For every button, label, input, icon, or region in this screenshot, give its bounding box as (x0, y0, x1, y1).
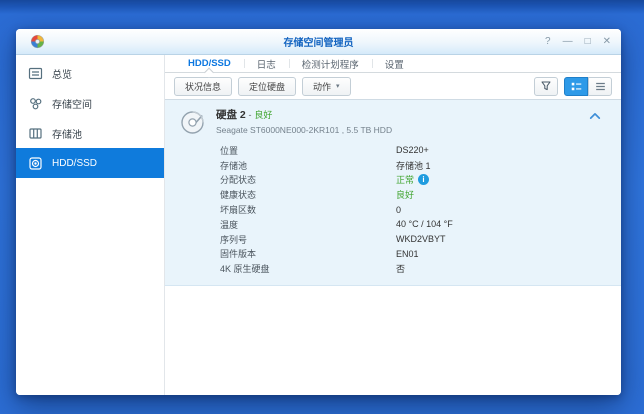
desktop: { "window": { "title": "存储空间管理员", "contr… (0, 0, 644, 414)
tab-label: 设置 (385, 57, 404, 71)
disk-details: 位置 DS220+ 存储池 存储池 1 分配状态 正常 i (220, 143, 607, 276)
detail-value: 良好 (396, 188, 414, 201)
detail-row-storage-pool: 存储池 存储池 1 (220, 158, 607, 173)
disk-title: 硬盘 2 (216, 109, 246, 121)
button-label: 状况信息 (185, 80, 221, 93)
info-icon[interactable]: i (418, 174, 429, 185)
sidebar-item-label: 存储池 (52, 126, 82, 141)
sidebar-item-hdd-ssd[interactable]: HDD/SSD (16, 148, 164, 178)
overview-icon (28, 66, 43, 81)
volume-icon (28, 96, 43, 111)
button-label: 定位硬盘 (249, 80, 285, 93)
window-titlebar[interactable]: 存储空间管理员 ? — □ ✕ (16, 29, 621, 55)
detail-label: 温度 (220, 218, 396, 231)
detail-row-health-status: 健康状态 良好 (220, 187, 607, 202)
detail-list-icon (570, 80, 583, 93)
detail-value: 存储池 1 (396, 159, 431, 172)
close-button[interactable]: ✕ (603, 37, 611, 47)
detail-label: 坏扇区数 (220, 203, 396, 216)
detail-label: 位置 (220, 144, 396, 157)
sidebar-item-overview[interactable]: 总览 (16, 58, 164, 88)
detail-label: 序列号 (220, 233, 396, 246)
detail-label: 健康状态 (220, 188, 396, 201)
hdd-icon (28, 156, 43, 171)
chevron-down-icon: ▾ (336, 82, 340, 90)
tab-hdd-ssd[interactable]: HDD/SSD (175, 55, 244, 72)
help-button[interactable]: ? (545, 37, 551, 47)
tab-settings[interactable]: 设置 (372, 55, 417, 72)
storage-manager-app-icon (30, 34, 45, 49)
disk-status-badge: 良好 (254, 110, 272, 120)
tab-log[interactable]: 日志 (244, 55, 289, 72)
simple-view-button[interactable] (588, 77, 612, 96)
sidebar-item-label: HDD/SSD (52, 158, 97, 169)
minimize-button[interactable]: — (563, 37, 573, 47)
sidebar-item-label: 总览 (52, 66, 72, 81)
window-title: 存储空间管理员 (284, 34, 354, 49)
simple-list-icon (594, 80, 607, 93)
disk-panel: 硬盘 2 - 良好 Seagate ST6000NE000-2KR101 , 5… (165, 100, 621, 286)
detail-value: 否 (396, 262, 405, 275)
detail-label: 存储池 (220, 159, 396, 172)
tab-test-scheduler[interactable]: 检测计划程序 (289, 55, 372, 72)
detail-row-4k-native: 4K 原生硬盘 否 (220, 261, 607, 276)
disk-title-separator: - (249, 110, 252, 120)
tab-label: 检测计划程序 (302, 57, 359, 71)
disk-model: Seagate ST6000NE000-2KR101 , 5.5 TB HDD (216, 125, 392, 135)
detail-row-location: 位置 DS220+ (220, 143, 607, 158)
tab-bar: HDD/SSD 日志 检测计划程序 设置 (165, 55, 621, 73)
detail-row-allocation-status: 分配状态 正常 i (220, 173, 607, 188)
detail-view-button[interactable] (564, 77, 588, 96)
storage-manager-window: 存储空间管理员 ? — □ ✕ 总览 (16, 29, 621, 395)
health-info-button[interactable]: 状况信息 (174, 77, 232, 96)
detail-value: DS220+ (396, 145, 429, 155)
main-area: HDD/SSD 日志 检测计划程序 设置 状况信息 定位硬盘 (165, 55, 621, 395)
detail-row-temperature: 温度 40 °C / 104 °F (220, 217, 607, 232)
detail-value: 正常 (396, 173, 414, 186)
detail-label: 分配状态 (220, 173, 396, 186)
detail-value: EN01 (396, 249, 419, 259)
disk-panel-header[interactable]: 硬盘 2 - 良好 Seagate ST6000NE000-2KR101 , 5… (179, 107, 607, 136)
filter-button[interactable] (534, 77, 558, 96)
sidebar-item-pool[interactable]: 存储池 (16, 118, 164, 148)
maximize-button[interactable]: □ (585, 37, 591, 47)
action-dropdown-button[interactable]: 动作 ▾ (302, 77, 351, 96)
view-toggle (564, 77, 612, 96)
detail-row-firmware: 固件版本 EN01 (220, 247, 607, 262)
tab-label: HDD/SSD (188, 58, 231, 69)
detail-value: WKD2VBYT (396, 234, 446, 244)
chevron-up-icon[interactable] (589, 112, 601, 120)
detail-row-serial-number: 序列号 WKD2VBYT (220, 232, 607, 247)
sidebar-item-label: 存储空间 (52, 96, 92, 111)
detail-label: 4K 原生硬盘 (220, 262, 396, 275)
window-controls: ? — □ ✕ (545, 29, 611, 54)
detail-value: 40 °C / 104 °F (396, 219, 453, 229)
disk-platter-icon (179, 109, 206, 136)
content-area: 硬盘 2 - 良好 Seagate ST6000NE000-2KR101 , 5… (165, 100, 621, 395)
pool-icon (28, 126, 43, 141)
detail-row-bad-sectors: 坏扇区数 0 (220, 202, 607, 217)
locate-drive-button[interactable]: 定位硬盘 (238, 77, 296, 96)
tab-label: 日志 (257, 57, 276, 71)
detail-value: 0 (396, 205, 401, 215)
funnel-icon (540, 80, 552, 92)
detail-label: 固件版本 (220, 247, 396, 260)
toolbar: 状况信息 定位硬盘 动作 ▾ (165, 73, 621, 100)
sidebar: 总览 存储空间 存储池 (16, 55, 165, 395)
sidebar-item-volume[interactable]: 存储空间 (16, 88, 164, 118)
button-label: 动作 (313, 80, 331, 93)
